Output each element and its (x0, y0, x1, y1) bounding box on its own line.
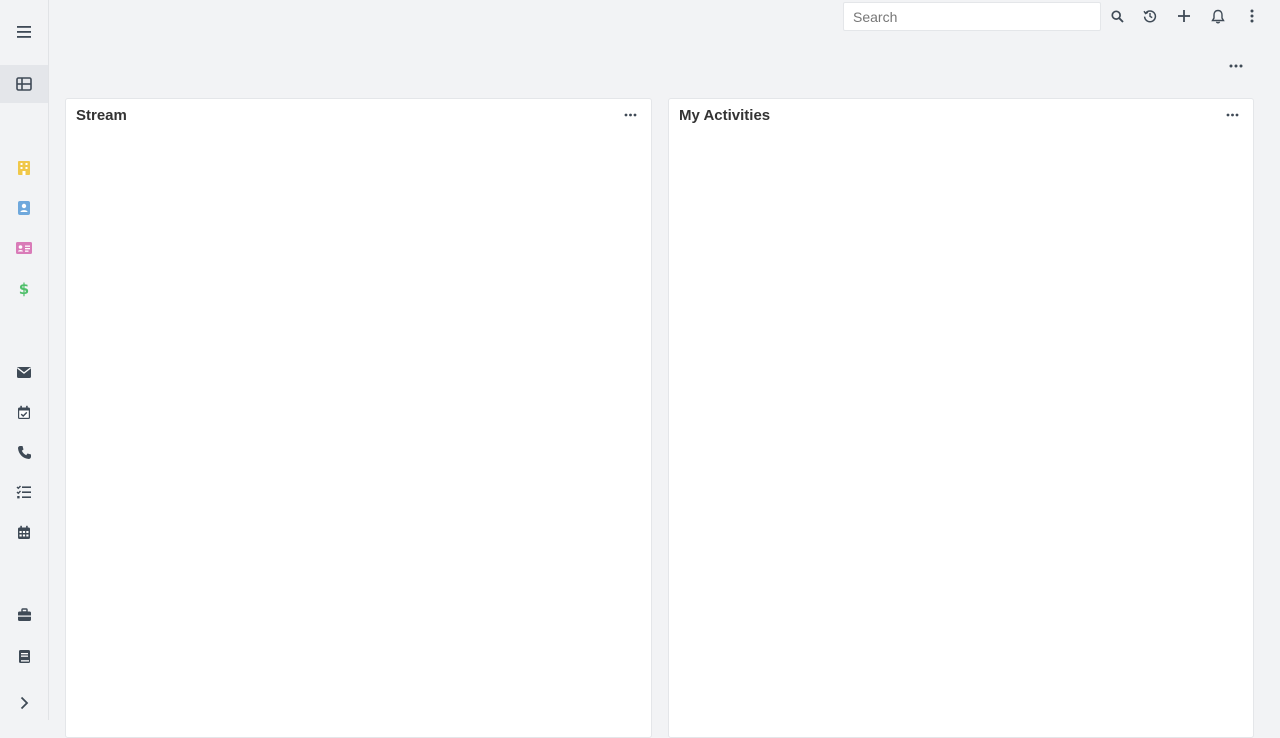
dashlet-header: Stream (66, 99, 651, 131)
notifications-button[interactable] (1206, 4, 1230, 28)
top-navbar (49, 0, 1280, 32)
sidebar-item-opportunities[interactable]: $ (0, 269, 48, 307)
history-icon (1143, 10, 1157, 23)
book-icon (18, 649, 30, 663)
search-button[interactable] (1105, 4, 1129, 28)
ellipsis-icon (1229, 64, 1243, 68)
dashlet-stream: Stream (65, 98, 652, 738)
sidebar-item-calls[interactable] (0, 433, 48, 471)
more-vertical-icon (1250, 9, 1254, 23)
id-card-icon (16, 242, 32, 254)
contact-badge-icon (18, 201, 30, 215)
sidebar-item-calendar[interactable] (0, 513, 48, 551)
sidebar-item-emails[interactable] (0, 353, 48, 391)
ellipsis-icon (1226, 113, 1238, 117)
svg-text:$: $ (19, 280, 29, 297)
plus-icon (1178, 10, 1190, 22)
bell-icon (1211, 9, 1225, 24)
dashboard-options-button[interactable] (1224, 56, 1248, 76)
global-search-input[interactable] (843, 2, 1101, 31)
search-icon (1110, 9, 1124, 23)
dashboard-icon (16, 77, 32, 91)
dollar-icon: $ (19, 280, 29, 297)
dashlet-options-button[interactable] (619, 106, 641, 124)
sidebar-item-cases[interactable] (0, 596, 48, 634)
sidebar-item-meetings[interactable] (0, 393, 48, 431)
sidebar-item-tasks[interactable] (0, 473, 48, 511)
tasks-icon (16, 485, 31, 499)
sidebar-item-knowledge-base[interactable] (0, 637, 48, 675)
calendar-icon (18, 525, 30, 539)
sidebar-item-contacts[interactable] (0, 189, 48, 227)
sidebar-item-leads[interactable] (0, 229, 48, 267)
menu-icon (17, 26, 31, 38)
dashlet-title: My Activities (679, 106, 771, 124)
sidebar-item-accounts[interactable] (0, 149, 48, 187)
history-button[interactable] (1138, 4, 1162, 28)
menu-toggle-button[interactable] (0, 13, 48, 51)
quick-create-button[interactable] (1172, 4, 1196, 28)
ellipsis-icon (624, 113, 636, 117)
envelope-icon (17, 366, 31, 378)
phone-icon (17, 445, 31, 459)
calendar-check-icon (18, 405, 30, 419)
sidebar: $ (0, 0, 49, 720)
briefcase-icon (17, 608, 31, 621)
dashlet-my-activities: My Activities (668, 98, 1254, 738)
sidebar-expand-button[interactable] (0, 684, 48, 722)
dashlet-title: Stream (76, 106, 127, 124)
dashlet-options-button[interactable] (1221, 106, 1243, 124)
sidebar-item-dashboard[interactable] (0, 65, 48, 103)
dashlet-header: My Activities (669, 99, 1253, 131)
chevron-right-icon (20, 696, 29, 710)
building-icon (18, 161, 30, 175)
more-menu-button[interactable] (1240, 4, 1264, 28)
